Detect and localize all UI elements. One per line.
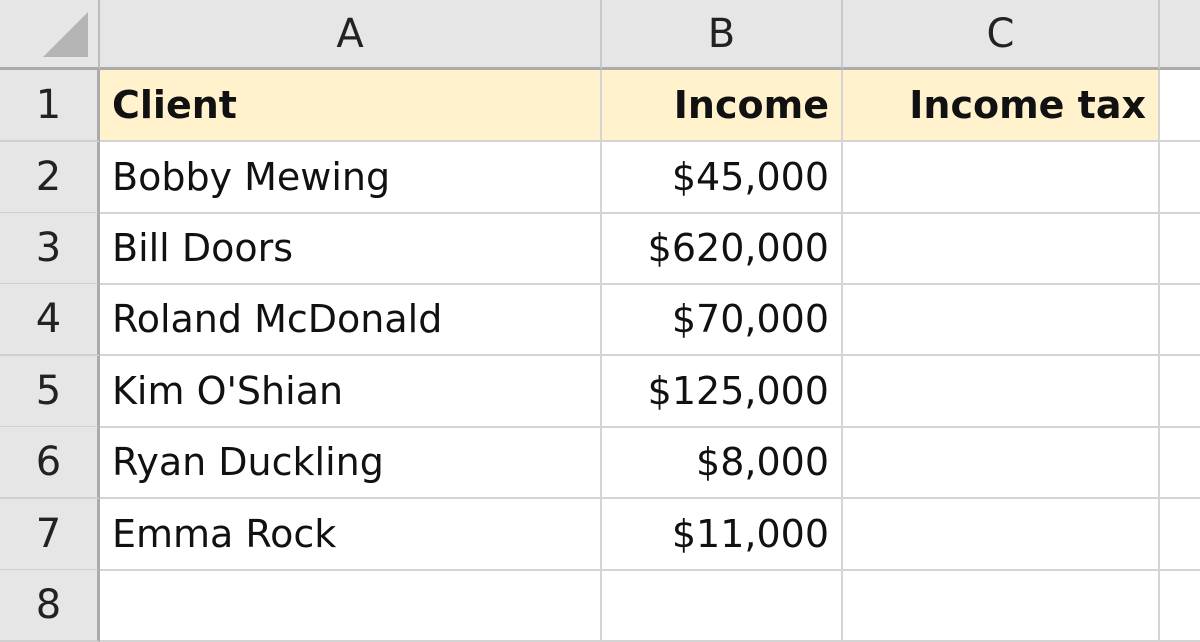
select-all-triangle-icon — [43, 12, 88, 57]
cell-d2[interactable] — [1160, 142, 1200, 214]
cell-a5[interactable]: Kim O'Shian — [100, 356, 602, 428]
cell-b8[interactable] — [602, 570, 843, 642]
cell-d5[interactable] — [1160, 356, 1200, 428]
cell-b2[interactable]: $45,000 — [602, 142, 843, 214]
cell-c2[interactable] — [843, 142, 1160, 214]
cell-c6[interactable] — [843, 427, 1160, 499]
cell-c3[interactable] — [843, 213, 1160, 285]
row-header-4[interactable]: 4 — [0, 284, 100, 356]
cell-a2[interactable]: Bobby Mewing — [100, 142, 602, 214]
row-header-7[interactable]: 7 — [0, 499, 100, 571]
cell-a4[interactable]: Roland McDonald — [100, 284, 602, 356]
cell-d8[interactable] — [1160, 570, 1200, 642]
row-header-2[interactable]: 2 — [0, 142, 100, 214]
column-header-a[interactable]: A — [100, 0, 602, 70]
column-header-b[interactable]: B — [602, 0, 843, 70]
cell-b3[interactable]: $620,000 — [602, 213, 843, 285]
cell-a1[interactable]: Client — [100, 70, 602, 142]
cell-d7[interactable] — [1160, 499, 1200, 571]
cell-d1[interactable] — [1160, 70, 1200, 142]
cell-a7[interactable]: Emma Rock — [100, 499, 602, 571]
cell-c5[interactable] — [843, 356, 1160, 428]
cell-d3[interactable] — [1160, 213, 1200, 285]
row-header-5[interactable]: 5 — [0, 356, 100, 428]
row-header-8[interactable]: 8 — [0, 570, 100, 642]
row-header-6[interactable]: 6 — [0, 427, 100, 499]
cell-b5[interactable]: $125,000 — [602, 356, 843, 428]
column-header-c[interactable]: C — [843, 0, 1160, 70]
cell-b4[interactable]: $70,000 — [602, 284, 843, 356]
cell-c8[interactable] — [843, 570, 1160, 642]
cell-a3[interactable]: Bill Doors — [100, 213, 602, 285]
cell-c7[interactable] — [843, 499, 1160, 571]
cell-b1[interactable]: Income — [602, 70, 843, 142]
column-header-d[interactable] — [1160, 0, 1200, 70]
row-header-3[interactable]: 3 — [0, 213, 100, 285]
cell-d4[interactable] — [1160, 284, 1200, 356]
row-header-1[interactable]: 1 — [0, 70, 100, 142]
cell-a6[interactable]: Ryan Duckling — [100, 427, 602, 499]
cell-c1[interactable]: Income tax — [843, 70, 1160, 142]
cell-c4[interactable] — [843, 284, 1160, 356]
cell-a8[interactable] — [100, 570, 602, 642]
select-all-button[interactable] — [0, 0, 100, 70]
cell-d6[interactable] — [1160, 427, 1200, 499]
cell-b6[interactable]: $8,000 — [602, 427, 843, 499]
cell-b7[interactable]: $11,000 — [602, 499, 843, 571]
